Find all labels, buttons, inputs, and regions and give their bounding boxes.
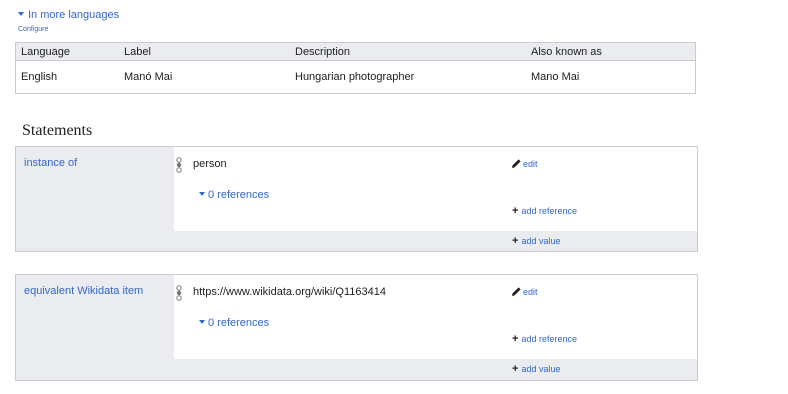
pencil-icon: [512, 159, 521, 168]
edit-button[interactable]: edit: [511, 158, 538, 169]
plus-icon: +: [512, 363, 519, 375]
add-reference-label: add reference: [521, 334, 577, 344]
in-more-languages-label: In more languages: [28, 9, 120, 21]
statements-heading: Statements: [22, 122, 93, 139]
add-reference-button[interactable]: + add reference: [512, 205, 577, 217]
statement-value[interactable]: person: [193, 158, 227, 170]
triangle-down-icon: [18, 12, 24, 16]
property-label-equivalent-wikidata-item[interactable]: equivalent Wikidata item: [24, 285, 143, 297]
edit-label: edit: [523, 159, 538, 169]
statement-body: https://www.wikidata.org/wiki/Q1163414 0…: [174, 275, 697, 359]
edit-label: edit: [523, 287, 538, 297]
plus-icon: +: [512, 235, 519, 247]
add-value-label: add value: [521, 364, 561, 374]
column-header-description: Description: [295, 46, 351, 58]
statement-group-instance-of: instance of person 0 references edit + ad…: [15, 146, 698, 252]
references-toggle[interactable]: 0 references: [199, 317, 269, 329]
rank-selector-icon[interactable]: [176, 285, 182, 301]
column-header-label: Label: [124, 46, 151, 58]
row-description: Hungarian photographer: [295, 71, 415, 83]
references-label: 0 references: [208, 189, 270, 201]
statement-group-equivalent-wikidata-item: equivalent Wikidata item https://www.wik…: [15, 274, 698, 381]
property-label-instance-of[interactable]: instance of: [24, 157, 77, 169]
references-toggle[interactable]: 0 references: [199, 189, 269, 201]
configure-link[interactable]: Configure: [18, 26, 48, 33]
add-value-button[interactable]: + add value: [512, 235, 561, 247]
languages-table: Language Label Description Also known as…: [15, 42, 696, 94]
add-value-button[interactable]: + add value: [512, 363, 561, 375]
row-also-known-as: Mano Mai: [531, 71, 580, 83]
add-reference-button[interactable]: + add reference: [512, 333, 577, 345]
add-value-label: add value: [521, 236, 561, 246]
references-label: 0 references: [208, 317, 270, 329]
statement-value[interactable]: https://www.wikidata.org/wiki/Q1163414: [193, 286, 386, 298]
plus-icon: +: [512, 205, 519, 217]
statement-body: person 0 references edit + add reference: [174, 147, 697, 231]
pencil-icon: [512, 287, 521, 296]
row-language: English: [21, 71, 58, 83]
edit-button[interactable]: edit: [511, 286, 538, 297]
rank-selector-icon[interactable]: [176, 157, 182, 173]
triangle-down-icon: [199, 192, 205, 196]
row-label: Manó Mai: [124, 71, 173, 83]
column-header-also-known-as: Also known as: [531, 46, 602, 58]
in-more-languages-toggle[interactable]: In more languages: [18, 9, 119, 21]
plus-icon: +: [512, 333, 519, 345]
column-header-language: Language: [21, 46, 70, 58]
add-reference-label: add reference: [521, 206, 577, 216]
triangle-down-icon: [199, 320, 205, 324]
